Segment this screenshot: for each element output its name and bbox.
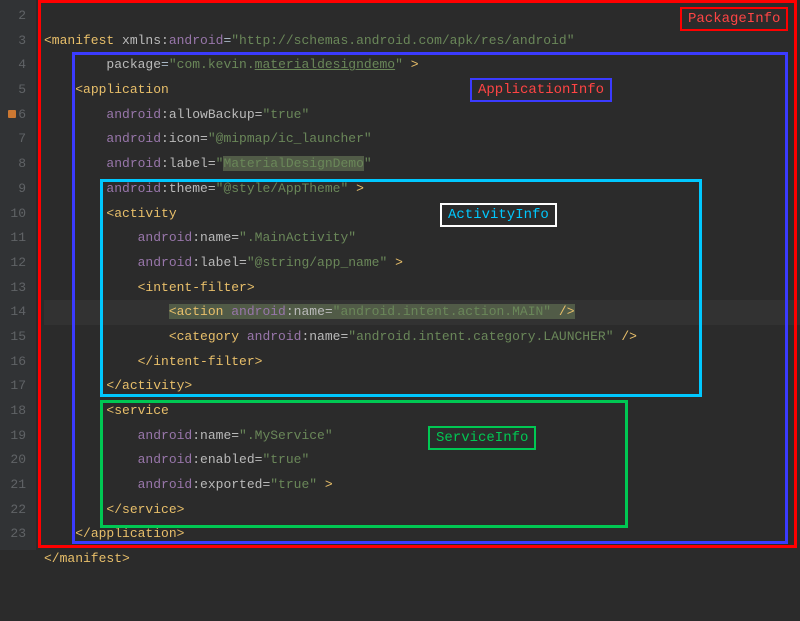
code-editor[interactable]: 2 3 4 5 6 7 8 9 10 11 12 13 14 15 16 17 …: [0, 0, 800, 550]
code-line[interactable]: android:enabled="true": [44, 448, 800, 473]
code-line[interactable]: </manifest>: [44, 547, 800, 572]
line-number: 4: [6, 53, 26, 78]
code-line[interactable]: android:icon="@mipmap/ic_launcher": [44, 127, 800, 152]
code-line[interactable]: <service: [44, 399, 800, 424]
line-number: 8: [6, 152, 26, 177]
line-number: 13: [6, 276, 26, 301]
code-line[interactable]: android:allowBackup="true": [44, 103, 800, 128]
code-line[interactable]: </application>: [44, 522, 800, 547]
line-number: 3: [6, 29, 26, 54]
line-number: 14: [6, 300, 26, 325]
line-number: 22: [6, 498, 26, 523]
code-line[interactable]: <intent-filter>: [44, 276, 800, 301]
line-number: 23: [6, 522, 26, 547]
code-line[interactable]: android:name=".MyService": [44, 424, 800, 449]
code-line[interactable]: <action android:name="android.intent.act…: [44, 300, 800, 325]
code-line[interactable]: </intent-filter>: [44, 350, 800, 375]
code-line[interactable]: android:theme="@style/AppTheme" >: [44, 177, 800, 202]
line-number: 2: [6, 4, 26, 29]
line-number: 10: [6, 202, 26, 227]
line-number: 16: [6, 350, 26, 375]
line-number: 11: [6, 226, 26, 251]
line-number: 18: [6, 399, 26, 424]
line-number: 9: [6, 177, 26, 202]
code-line[interactable]: <category android:name="android.intent.c…: [44, 325, 800, 350]
code-line[interactable]: android:name=".MainActivity": [44, 226, 800, 251]
line-number: 19: [6, 424, 26, 449]
code-line[interactable]: android:exported="true" >: [44, 473, 800, 498]
line-number-gutter: 2 3 4 5 6 7 8 9 10 11 12 13 14 15 16 17 …: [0, 0, 36, 550]
line-number: 5: [6, 78, 26, 103]
code-area[interactable]: <manifest xmlns:android="http://schemas.…: [36, 0, 800, 550]
code-line[interactable]: <manifest xmlns:android="http://schemas.…: [44, 29, 800, 54]
code-line[interactable]: android:label="MaterialDesignDemo": [44, 152, 800, 177]
code-line[interactable]: android:label="@string/app_name" >: [44, 251, 800, 276]
code-line[interactable]: <activity: [44, 202, 800, 227]
code-line[interactable]: package="com.kevin.materialdesigndemo" >: [44, 53, 800, 78]
line-number: 15: [6, 325, 26, 350]
line-number: 21: [6, 473, 26, 498]
line-number: 12: [6, 251, 26, 276]
line-number: 7: [6, 127, 26, 152]
edit-marker-icon: [8, 110, 16, 118]
code-line[interactable]: </activity>: [44, 374, 800, 399]
code-line[interactable]: </service>: [44, 498, 800, 523]
line-number: 17: [6, 374, 26, 399]
line-number: 6: [6, 103, 26, 128]
line-number: 20: [6, 448, 26, 473]
code-line[interactable]: <application: [44, 78, 800, 103]
